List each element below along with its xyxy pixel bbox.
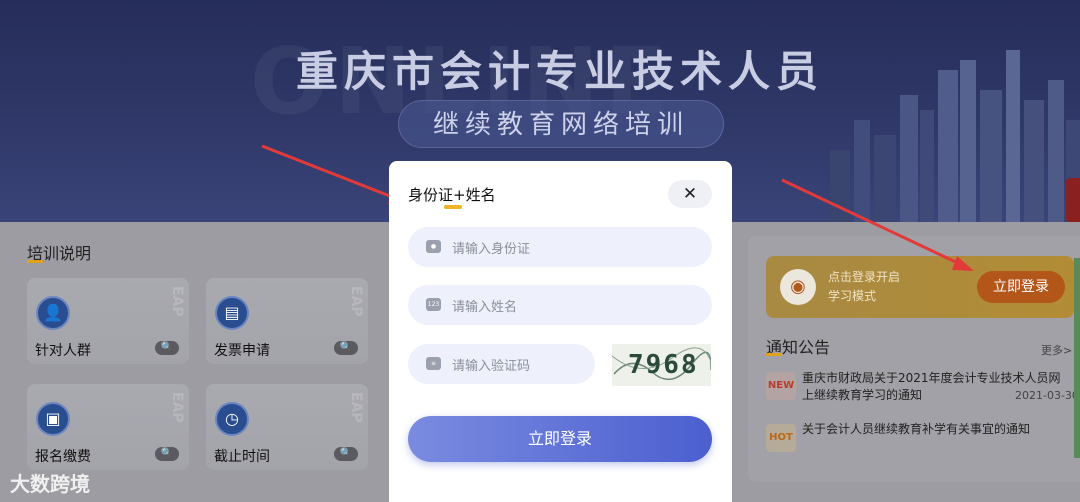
promo-text-line2: 学习模式 — [828, 289, 877, 303]
section-accent-bar — [766, 353, 782, 356]
magnifier-icon[interactable]: 🔍 — [334, 447, 358, 461]
clock-icon: ◷ — [215, 402, 249, 436]
promo-login-button[interactable]: 立即登录 — [977, 271, 1065, 303]
magnifier-icon[interactable]: 🔍 — [155, 341, 179, 355]
card-invoice-apply[interactable]: EAP ▤ 发票申请 🔍 — [206, 278, 368, 364]
invoice-icon: ▤ — [215, 296, 249, 330]
close-button[interactable]: ✕ — [668, 180, 712, 208]
notice-text-line1: 重庆市财政局关于2021年度会计专业技术人员网 — [802, 371, 1061, 385]
wallet-icon: ▣ — [36, 402, 70, 436]
card-label: 报名缴费 — [35, 449, 91, 465]
study-icon: ◉ — [780, 269, 816, 305]
active-tab-indicator — [444, 205, 462, 209]
login-button[interactable]: 立即登录 — [408, 416, 712, 462]
new-badge: NEW — [766, 372, 796, 400]
id-number-placeholder: 请输入身份证 — [452, 242, 531, 257]
side-new-badge[interactable] — [1066, 178, 1080, 222]
name-field[interactable]: 123 请输入姓名 — [408, 285, 712, 325]
magnifier-icon[interactable]: 🔍 — [155, 447, 179, 461]
card-target-group[interactable]: EAP 👤 针对人群 🔍 — [27, 278, 189, 364]
card-decoration: EAP — [169, 392, 185, 423]
card-label: 截止时间 — [214, 449, 270, 465]
notice-item[interactable]: 关于会计人员继续教育补学有关事宜的通知 — [802, 421, 1030, 438]
card-label: 发票申请 — [214, 343, 270, 359]
tab-id-name-login[interactable]: 身份证+姓名 — [408, 184, 496, 205]
captcha-icon: ≡ — [426, 357, 441, 370]
card-registration-payment[interactable]: EAP ▣ 报名缴费 🔍 — [27, 384, 189, 470]
captcha-image[interactable]: 7968 — [612, 344, 711, 386]
card-deadline[interactable]: EAP ◷ 截止时间 🔍 — [206, 384, 368, 470]
magnifier-icon[interactable]: 🔍 — [334, 341, 358, 355]
text-input-icon: 123 — [426, 298, 441, 311]
notice-date: 2021-03-30 — [1015, 389, 1079, 402]
more-link[interactable]: 更多> — [1041, 342, 1072, 358]
name-placeholder: 请输入姓名 — [452, 300, 518, 315]
people-icon: 👤 — [36, 296, 70, 330]
card-decoration: EAP — [348, 286, 364, 317]
id-number-field[interactable]: ● 请输入身份证 — [408, 227, 712, 267]
card-decoration: EAP — [169, 286, 185, 317]
watermark-text: 大数跨境 — [10, 472, 90, 496]
city-skyline-image — [830, 50, 1080, 222]
promo-text: 点击登录开启 学习模式 — [828, 268, 900, 306]
captcha-field[interactable]: ≡ 请输入验证码 — [408, 344, 595, 384]
page-subtitle: 继续教育网络培训 — [398, 100, 724, 148]
id-card-icon: ● — [426, 240, 441, 253]
card-decoration: EAP — [348, 392, 364, 423]
promo-text-line1: 点击登录开启 — [828, 270, 901, 284]
side-strip — [1074, 258, 1080, 458]
captcha-code: 7968 — [628, 350, 699, 380]
hot-badge: HOT — [766, 424, 796, 452]
captcha-placeholder: 请输入验证码 — [452, 359, 531, 374]
card-label: 针对人群 — [35, 343, 91, 359]
page-title: 重庆市会计专业技术人员 — [295, 47, 824, 96]
section-accent-bar — [27, 260, 43, 263]
